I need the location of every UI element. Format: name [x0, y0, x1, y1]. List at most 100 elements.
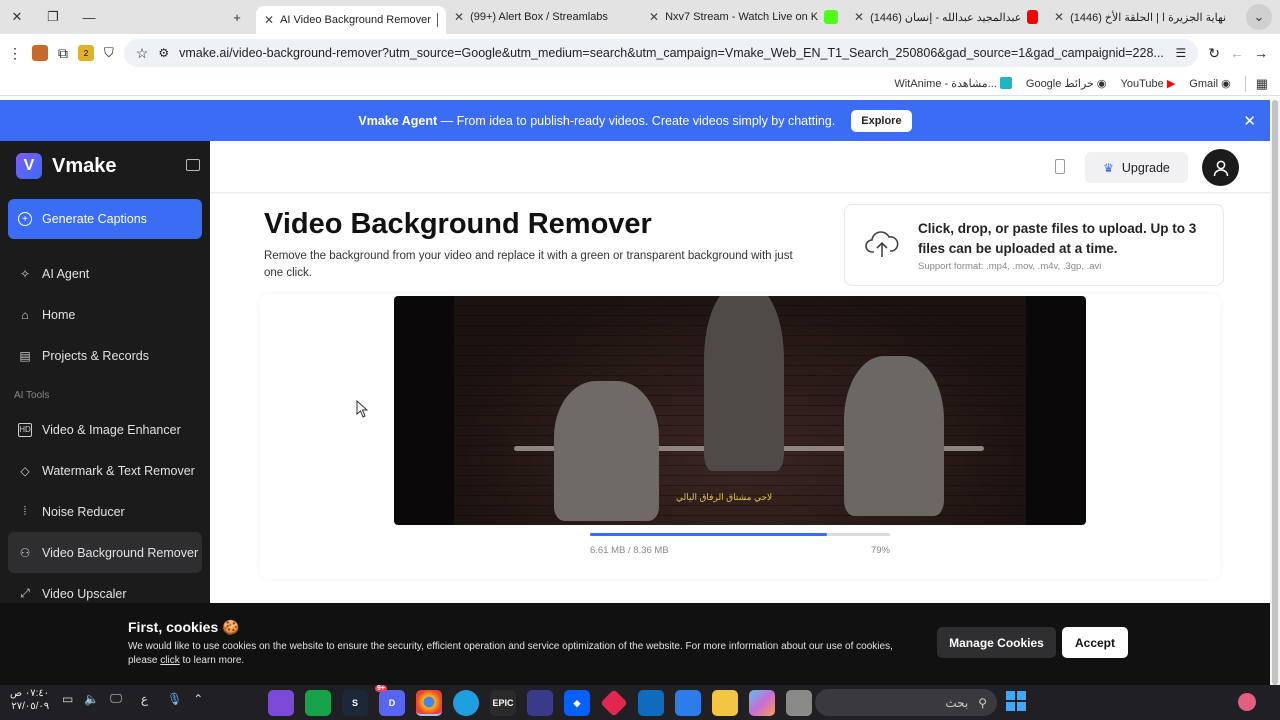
manage-cookies-button[interactable]: Manage Cookies: [937, 627, 1056, 658]
video-preview[interactable]: لاحي مشتاق الرفاق اليالي: [394, 296, 1086, 525]
steam-icon[interactable]: S: [342, 690, 368, 716]
dropbox-icon[interactable]: ◆: [564, 690, 590, 716]
windows-start-icon[interactable]: [1006, 691, 1026, 711]
extension-icon[interactable]: [32, 45, 48, 61]
discord-icon[interactable]: D 9+: [375, 685, 405, 716]
bookmark-star-icon[interactable]: ☆: [136, 45, 149, 62]
sidebar-item-home[interactable]: ⌂ Home: [0, 294, 202, 335]
tab-vmake[interactable]: ✕ AI Video Background Remover: [256, 6, 446, 34]
chrome-icon[interactable]: [416, 690, 442, 716]
close-tab-icon[interactable]: ✕: [1054, 10, 1064, 24]
bookmark-label: YouTube: [1120, 78, 1164, 90]
sidebar-item-watermark-remover[interactable]: ◇ Watermark & Text Remover: [0, 450, 202, 491]
explore-button[interactable]: Explore: [851, 109, 912, 132]
menu-dots-icon[interactable]: ⋮: [8, 45, 22, 62]
sidebar-item-label: Video Upscaler: [42, 586, 127, 601]
page-scrollbar[interactable]: [1270, 100, 1280, 685]
sparkle-icon: ✧: [19, 266, 31, 281]
taskbar-search[interactable]: بحث ⚲: [815, 689, 997, 716]
xbox-app-icon[interactable]: [305, 690, 331, 716]
mobile-device-icon[interactable]: [1055, 159, 1065, 174]
extensions-puzzle-icon[interactable]: ⧉: [58, 45, 68, 62]
banner-message: — From idea to publish-ready videos. Cre…: [437, 113, 836, 128]
mouse-cursor-icon: [356, 400, 368, 418]
sidebar-item-enhancer[interactable]: HD Video & Image Enhancer: [0, 409, 202, 450]
sidebar-item-projects[interactable]: ▤ Projects & Records: [0, 335, 202, 376]
vmake-logo-icon: V: [16, 153, 42, 179]
url-omnibox[interactable]: ☆ ⚙ vmake.ai/video-background-remover?ut…: [123, 39, 1199, 67]
cookie-learn-more-link[interactable]: click: [160, 655, 179, 666]
back-arrow-icon[interactable]: ←: [1230, 45, 1244, 61]
windows-taskbar: ٠٧:٤٠ ص ٢٧/٠٥/٠٩ ▭ 🔈 🖵 ع 🎙 ⌃ S D 9+ EPIC …: [0, 685, 1280, 720]
page-title: Video Background Remover: [264, 208, 652, 240]
bookmark-gmail[interactable]: Gmail ◉: [1189, 77, 1230, 90]
address-bar-row: ⋮ ⧉ 2 ⛉ ☆ ⚙ vmake.ai/video-background-re…: [0, 34, 1280, 72]
window-app-icon[interactable]: [786, 690, 812, 716]
tray-chevron-icon[interactable]: ⌃: [193, 692, 203, 706]
forward-arrow-icon[interactable]: →: [1254, 45, 1268, 61]
red-app-icon[interactable]: [600, 689, 628, 717]
microphone-icon[interactable]: 🎙: [167, 692, 182, 706]
obs-icon[interactable]: [527, 690, 553, 716]
accept-cookies-button[interactable]: Accept: [1062, 627, 1128, 658]
upload-formats: Support format: .mp4, .mov, .m4v, .3gp, …: [918, 261, 1102, 272]
bookmark-witanime[interactable]: WitAnime - مشاهدة...: [894, 77, 1012, 90]
close-window-icon[interactable]: ✕: [4, 4, 30, 30]
sidebar-item-ai-agent[interactable]: ✧ AI Agent: [0, 253, 202, 294]
bookmark-google-maps[interactable]: Google خرائط ◉: [1026, 77, 1107, 90]
youtube-favicon-icon: [1027, 10, 1038, 24]
outlook-icon[interactable]: [638, 690, 664, 716]
scrollbar-thumb[interactable]: [1272, 100, 1278, 685]
vmake-logo[interactable]: V Vmake: [0, 141, 210, 191]
shield-icon[interactable]: ⛉: [104, 45, 114, 61]
home-icon: ⌂: [21, 307, 29, 322]
site-settings-icon[interactable]: ⚙: [158, 46, 169, 60]
user-avatar[interactable]: [1202, 149, 1239, 186]
volume-icon[interactable]: 🔈: [84, 692, 99, 706]
waveform-icon: ⦙: [23, 504, 27, 518]
network-icon[interactable]: 🖵: [110, 691, 122, 706]
copilot-icon[interactable]: [749, 690, 775, 716]
media-app-icon[interactable]: [268, 690, 294, 716]
bookmark-youtube[interactable]: YouTube ▶: [1121, 77, 1176, 90]
epic-games-icon[interactable]: EPIC: [490, 690, 516, 716]
restore-window-icon[interactable]: ❐: [40, 4, 66, 30]
sidebar-item-label: Video Background Remover: [42, 545, 199, 560]
store-icon[interactable]: [675, 690, 701, 716]
edge-icon[interactable]: [453, 690, 479, 716]
page-content: Video Background Remover Remove the back…: [210, 194, 1270, 603]
shield-extension-icon[interactable]: 2: [78, 45, 94, 61]
upload-dropzone[interactable]: Click, drop, or paste files to upload. U…: [844, 204, 1224, 286]
new-tab-icon[interactable]: +: [224, 4, 250, 30]
minimize-window-icon[interactable]: —: [76, 4, 102, 30]
tab-youtube-1[interactable]: ✕ (1446) عبدالمجيد عبدالله - إنسان: [846, 3, 1046, 31]
battery-icon[interactable]: ▭: [62, 692, 73, 706]
globe-icon: ◉: [1221, 78, 1231, 90]
tab-streamlabs[interactable]: ✕ (99+) Alert Box / Streamlabs: [446, 3, 641, 31]
clock[interactable]: ٠٧:٤٠ ص ٢٧/٠٥/٠٩: [10, 687, 49, 713]
sidebar-item-noise-reducer[interactable]: ⦙ Noise Reducer: [0, 491, 202, 532]
profile-tray-icon[interactable]: [1238, 693, 1256, 711]
close-tab-icon[interactable]: ✕: [854, 10, 864, 24]
tune-icon[interactable]: ☰: [1176, 46, 1187, 60]
collapse-sidebar-icon[interactable]: [186, 159, 200, 171]
sidebar-item-video-background-remover[interactable]: ⚇ Video Background Remover: [8, 532, 202, 573]
close-tab-icon[interactable]: ✕: [649, 10, 659, 24]
tab-search-chevron-icon[interactable]: ⌄: [1246, 4, 1272, 30]
close-banner-icon[interactable]: ✕: [1243, 112, 1256, 130]
search-icon: ⚲: [978, 695, 987, 710]
hd-icon: HD: [18, 422, 32, 437]
close-tab-icon[interactable]: ✕: [454, 10, 464, 24]
generate-captions-button[interactable]: + Generate Captions: [8, 199, 202, 239]
tab-kick[interactable]: ✕ Nxv7 Stream - Watch Live on K: [641, 3, 846, 31]
tab-label: Nxv7 Stream - Watch Live on K: [665, 11, 819, 23]
upgrade-button[interactable]: ♛ Upgrade: [1085, 152, 1188, 183]
close-tab-icon[interactable]: ✕: [264, 13, 274, 27]
apps-grid-icon[interactable]: ▦: [1244, 75, 1268, 92]
reload-icon[interactable]: ↻: [1208, 45, 1220, 62]
tab-youtube-2[interactable]: ✕ (1446) نهاية الجزيرة ا | الحلقة الأخ: [1046, 3, 1236, 31]
language-indicator[interactable]: ع: [141, 692, 148, 706]
file-explorer-icon[interactable]: [712, 690, 738, 716]
vmake-favicon-icon: [436, 13, 438, 27]
document-icon: ▤: [19, 348, 31, 363]
